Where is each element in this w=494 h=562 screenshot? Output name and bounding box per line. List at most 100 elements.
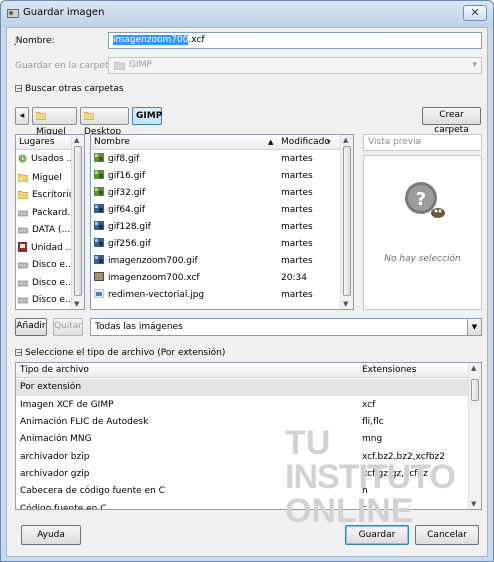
path-segment-gimp[interactable]: GIMP [132,107,162,125]
file-type-row[interactable]: Animación MNG mng [20,431,469,448]
file-type-expander[interactable]: − Seleccione el tipo de archivo (Por exte… [15,348,225,358]
column-type-header[interactable]: Tipo de archivo [20,363,89,377]
file-row[interactable]: imagenzoom700.gif martes [94,253,340,270]
name-label: NNombre: [15,36,55,46]
file-list-header: Nombre ▲ Modificado ▾ [91,135,341,150]
window-title: Guardar imagen [23,7,105,18]
file-type-row-selected[interactable]: Por extensión [16,379,469,396]
places-item-disco-2[interactable]: Disco e... [18,275,74,292]
file-row[interactable]: gif256.gif martes [94,236,340,253]
file-type-name: archivador bzip [20,452,90,462]
media-icon [18,242,27,252]
cancel-button[interactable]: Cancelar [415,525,479,545]
folder-icon [36,112,46,120]
recent-icon [18,154,27,163]
close-button[interactable]: ✕ [463,5,487,21]
browse-folders-expander[interactable]: − Buscar otras carpetas [15,84,124,94]
remove-place-button[interactable]: Quitar [53,318,83,336]
save-image-dialog: Guardar imagen ✕ NNombre: imagenzoom700.… [0,0,494,562]
file-type-row[interactable]: Animación FLIC de Autodesk fli,flc [20,414,469,431]
file-row[interactable]: redimen-vectorial.jpg martes [94,287,340,304]
name-label-text: Nombre: [15,36,55,46]
file-modified: 20:34 [281,273,307,283]
places-scrollbar[interactable]: ▲ ▼ [71,135,84,309]
scroll-up-icon[interactable]: ▲ [471,364,476,372]
places-item-label: Packard... [32,208,76,218]
folder-icon [84,112,94,120]
file-row[interactable]: imagenzoom700.xcf 20:34 [94,270,340,287]
scroll-thumb[interactable] [74,146,82,296]
file-row[interactable]: gif8.gif martes [94,151,340,168]
preview-header: Vista previa [363,134,482,151]
file-row[interactable]: gif32.gif martes [94,185,340,202]
column-modified-header[interactable]: Modificado [281,135,330,149]
file-name: gif16.gif [108,171,146,181]
file-type-ext: xcf [362,400,376,410]
preview-empty-text: No hay selección [384,254,461,264]
places-item-label: Disco e... [32,278,74,288]
create-folder-button[interactable]: Crear carpeta [422,107,481,135]
sort-ascending-icon[interactable]: ▲ [268,135,273,149]
scroll-down-icon[interactable]: ▼ [74,300,79,308]
file-filter-combo[interactable]: Todas las imágenes ▼ [90,318,482,336]
add-place-button[interactable]: Añadir [15,318,47,336]
folder-icon [114,61,125,70]
places-item-packard[interactable]: Packard... [18,205,76,222]
jpeg-file-icon [94,289,104,298]
places-item-recent[interactable]: Usados ... [18,151,75,168]
places-panel: Lugares Usados ... Miguel Escritorio Pac… [15,134,85,310]
chevron-down-icon[interactable]: ▾ [327,135,331,149]
gimp-question-icon: ? [405,182,445,218]
places-item-data[interactable]: DATA (... [18,222,70,239]
collapse-icon: − [15,84,23,93]
file-list-scrollbar[interactable]: ▲ ▼ [340,135,353,309]
scroll-thumb[interactable] [471,379,479,401]
column-name-header[interactable]: Nombre [94,135,130,149]
save-button[interactable]: Guardar [345,525,409,545]
places-item-desktop[interactable]: Escritorio [18,187,74,204]
file-name: gif128.gif [108,222,151,232]
file-modified: martes [281,222,313,232]
save-in-folder-label: Guardar en la carpeta: [15,61,117,71]
file-type-row[interactable]: Imagen XCF de GIMP xcf [20,397,469,414]
scroll-up-icon[interactable]: ▲ [74,136,79,144]
file-row[interactable]: gif128.gif martes [94,219,340,236]
file-type-scrollbar[interactable]: ▲ ▼ [468,363,481,509]
chevron-down-icon[interactable]: ▼ [467,319,481,335]
collapse-icon: − [15,348,23,357]
places-item-disco-1[interactable]: Disco e... [18,257,74,274]
drive-icon [18,227,28,234]
file-type-name: Animación MNG [20,434,92,444]
scroll-down-icon[interactable]: ▼ [471,500,476,508]
drive-icon [18,262,28,269]
file-list-panel: Nombre ▲ Modificado ▾ gif8.gif martes gi… [90,134,354,310]
path-segment-miguel[interactable]: Miguel [32,107,77,137]
watermark-line1: TU [285,424,331,462]
filename-extension-text: .xcf [188,35,205,45]
scroll-up-icon[interactable]: ▲ [343,136,348,144]
drive-icon [18,297,28,304]
scroll-thumb[interactable] [343,146,351,296]
dialog-body: NNombre: imagenzoom700.xcf Guardar en la… [6,27,488,557]
places-header[interactable]: Lugares [16,135,72,150]
scroll-down-icon[interactable]: ▼ [343,300,348,308]
places-item-miguel[interactable]: Miguel [18,170,62,187]
title-bar[interactable]: Guardar imagen ✕ [1,1,493,27]
places-item-label: Usados ... [31,154,76,164]
browse-folders-label: Buscar otras carpetas [25,84,124,94]
help-button[interactable]: Ayuda [21,525,81,545]
file-type-name: archivador gzip [20,469,90,479]
file-row[interactable]: gif16.gif martes [94,168,340,185]
image-file-icon [94,170,104,179]
places-item-disco-3[interactable]: Disco e... [18,292,74,309]
file-name: imagenzoom700.gif [108,256,198,266]
watermark-line3: ONLINE [285,492,414,530]
file-row[interactable]: gif64.gif martes [94,202,340,219]
file-modified: martes [281,154,313,164]
watermark-line2: INSTITUTO [285,458,456,496]
column-extensions-header[interactable]: Extensiones [362,363,416,377]
filename-input[interactable]: imagenzoom700.xcf [108,32,482,49]
path-segment-desktop[interactable]: Desktop [80,107,129,137]
places-item-unidad[interactable]: Unidad ... [18,240,74,257]
path-back-button[interactable]: ◂ [15,107,29,125]
